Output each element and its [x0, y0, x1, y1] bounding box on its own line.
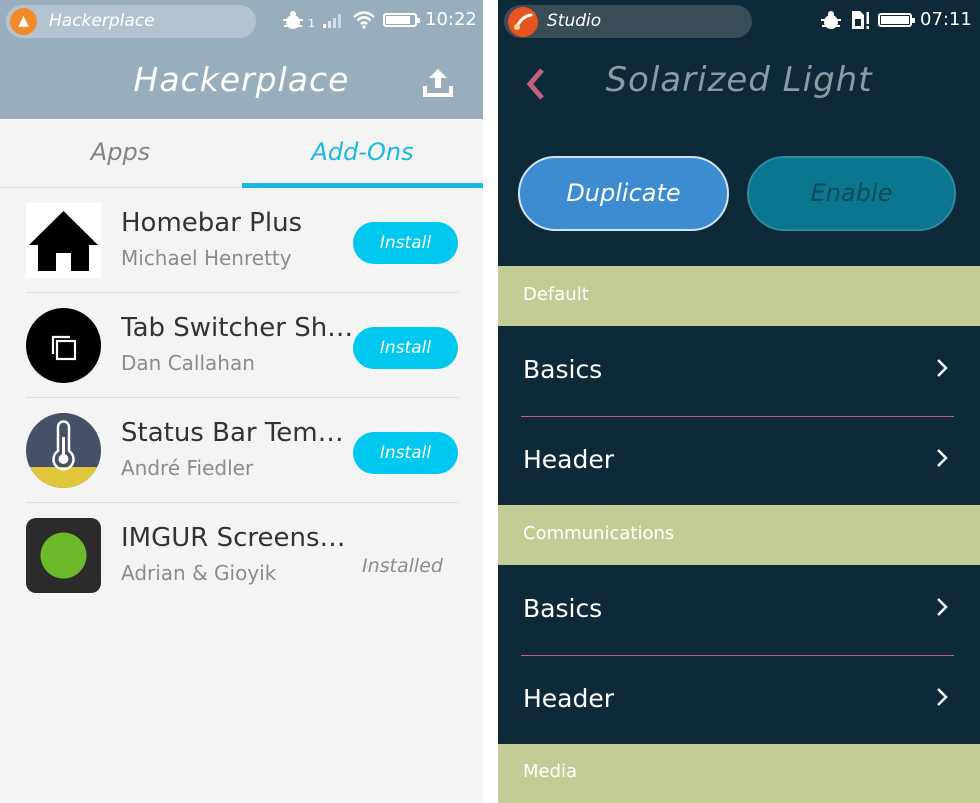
list-item[interactable]: Status Bar Tem… André Fiedler Install	[26, 398, 459, 503]
system-icons: 1 10:22	[282, 9, 477, 30]
addon-author: Michael Henretty	[121, 246, 292, 270]
item-label: Header	[523, 684, 615, 713]
install-button[interactable]: Install	[353, 222, 458, 264]
addon-author: André Fiedler	[121, 456, 254, 480]
install-button[interactable]: Install	[353, 327, 458, 369]
section-header-default: Default	[498, 266, 980, 326]
app-header: Hackerplace	[0, 44, 483, 119]
clock: 10:22	[425, 9, 477, 30]
tabs-icon	[26, 308, 101, 383]
addon-author: Dan Callahan	[121, 351, 255, 375]
page-title: Hackerplace	[133, 60, 350, 99]
list-item[interactable]: Header	[498, 416, 980, 506]
list-item[interactable]: Tab Switcher Sh… Dan Callahan Install	[26, 293, 459, 398]
addon-author: Adrian & Gioyik	[121, 561, 277, 585]
app-chip[interactable]: ▲ Hackerplace	[6, 5, 256, 38]
list-item[interactable]: Homebar Plus Michael Henretty Install	[26, 188, 459, 293]
duplicate-button[interactable]: Duplicate	[518, 156, 729, 231]
addon-name: Status Bar Tem…	[121, 418, 344, 448]
page-title: Solarized Light	[605, 60, 873, 100]
sim-number: 1	[308, 17, 315, 30]
item-label: Header	[523, 445, 615, 474]
clock: 07:11	[920, 9, 972, 30]
house-icon	[26, 203, 101, 278]
tab-bar: Apps Add-Ons	[0, 119, 483, 188]
addon-name: Homebar Plus	[121, 208, 303, 238]
tab-add-ons[interactable]: Add-Ons	[242, 119, 483, 188]
status-bar: Studio 07:11	[498, 0, 980, 44]
hackerplace-screen: ▲ Hackerplace 1 10:22 Hackerplace Apps A…	[0, 0, 483, 803]
hackerplace-app-icon: ▲	[10, 8, 37, 35]
item-label: Basics	[523, 594, 603, 623]
chevron-right-icon	[937, 598, 948, 616]
sim-alert-icon	[852, 10, 869, 29]
enable-button[interactable]: Enable	[747, 156, 956, 231]
install-button[interactable]: Install	[353, 432, 458, 474]
battery-icon	[383, 12, 420, 27]
system-icons: 07:11	[820, 9, 972, 30]
status-bar: ▲ Hackerplace 1 10:22	[0, 0, 483, 44]
tab-apps[interactable]: Apps	[0, 119, 241, 188]
list-item[interactable]: IMGUR Screens… Adrian & Gioyik Installed	[26, 503, 459, 608]
studio-app-icon	[508, 7, 538, 37]
chevron-right-icon	[937, 688, 948, 706]
app-name: Hackerplace	[49, 11, 155, 31]
chevron-right-icon	[937, 449, 948, 467]
studio-screen: Studio 07:11 Solarized Light Duplicate E…	[498, 0, 980, 803]
section-header-media: Media	[498, 744, 980, 803]
app-chip[interactable]: Studio	[504, 5, 752, 38]
battery-charging-icon	[878, 12, 915, 27]
addon-name: Tab Switcher Sh…	[121, 313, 354, 343]
chevron-right-icon	[937, 359, 948, 377]
installed-status: Installed	[362, 555, 443, 577]
signal-icon	[323, 13, 341, 28]
list-item[interactable]: Header	[498, 655, 980, 745]
list-item[interactable]: Basics	[498, 326, 980, 416]
addon-name: IMGUR Screens…	[121, 523, 346, 553]
upload-icon[interactable]	[418, 64, 458, 104]
bug-icon	[283, 10, 303, 29]
bug-icon	[821, 10, 841, 29]
section-header-communications: Communications	[498, 505, 980, 565]
app-name: Studio	[547, 11, 602, 31]
thermometer-icon	[26, 413, 101, 488]
item-label: Basics	[523, 355, 603, 384]
app-header: Solarized Light	[498, 44, 980, 124]
list-item[interactable]: Basics	[498, 565, 980, 655]
green-dot-icon	[26, 518, 101, 593]
wifi-icon	[353, 10, 375, 29]
